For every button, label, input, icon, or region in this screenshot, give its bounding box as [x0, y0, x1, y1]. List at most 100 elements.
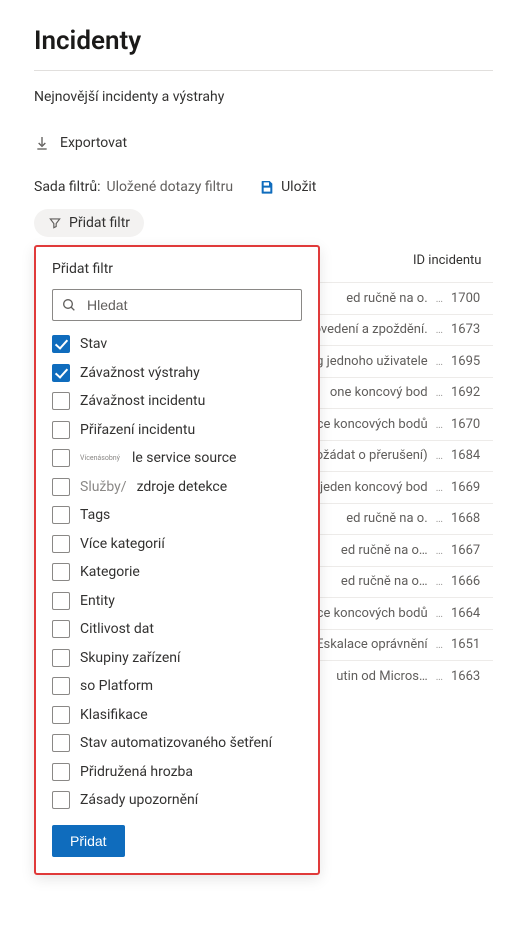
checkbox[interactable] — [52, 392, 70, 410]
ellipsis-icon: … — [436, 386, 443, 399]
row-name-tail: ed ručně na o… — [341, 543, 428, 558]
row-name-tail: Eskalace oprávnění — [316, 637, 428, 652]
filter-option[interactable]: Entity — [52, 592, 302, 610]
page-title: Incidenty — [34, 26, 493, 56]
filter-option[interactable]: Přidružená hrozba — [52, 763, 302, 781]
checkbox[interactable] — [52, 791, 70, 809]
checkbox[interactable] — [52, 421, 70, 439]
row-id: 1669 — [451, 480, 493, 495]
filter-option-prefix: Vícenásobný — [80, 454, 120, 462]
save-label: Uložit — [281, 179, 316, 195]
ellipsis-icon: … — [436, 355, 443, 368]
filter-option-label: Entity — [80, 593, 115, 609]
filter-option-label: so Platform — [80, 678, 153, 694]
row-name-tail: ed ručně na o. — [346, 291, 427, 306]
row-id: 1673 — [451, 322, 493, 337]
checkbox[interactable] — [52, 506, 70, 524]
checkbox[interactable] — [52, 535, 70, 553]
filter-search-input[interactable] — [85, 296, 293, 314]
ellipsis-icon: … — [436, 575, 443, 588]
ellipsis-icon: … — [436, 544, 443, 557]
ellipsis-icon: … — [436, 323, 443, 336]
row-name-tail: on jeden koncový bod — [302, 480, 427, 495]
ellipsis-icon: … — [436, 481, 443, 494]
checkbox[interactable] — [52, 649, 70, 667]
row-name-tail: Provedení a zpoždění. — [301, 322, 428, 337]
filter-option[interactable]: Klasifikace — [52, 706, 302, 724]
filter-option-label: Kategorie — [80, 564, 140, 580]
filter-option-label: Závažnost incidentu — [80, 393, 205, 409]
filter-option[interactable]: Stav — [52, 335, 302, 353]
ellipsis-icon: … — [436, 449, 443, 462]
checkbox-checked[interactable] — [52, 335, 70, 353]
row-id: 1684 — [451, 448, 493, 463]
filter-option[interactable]: Vícenásobný le service source — [52, 449, 302, 467]
column-header-id[interactable]: ID incidentu — [413, 253, 493, 268]
page-subtitle: Nejnovější incidenty a výstrahy — [34, 89, 493, 105]
row-id: 1666 — [451, 574, 493, 589]
filter-option-label: le service source — [132, 450, 237, 466]
checkbox[interactable] — [52, 620, 70, 638]
filter-option-label: Stav automatizovaného šetření — [80, 735, 272, 751]
filter-option-label: Klasifikace — [80, 707, 148, 723]
filter-option-label: Více kategorií — [80, 536, 165, 552]
ellipsis-icon: … — [436, 607, 443, 620]
filter-option-label: Závažnost výstrahy — [80, 365, 200, 381]
checkbox[interactable] — [52, 677, 70, 695]
filter-option-label: Citlivost dat — [80, 621, 154, 637]
row-id: 1670 — [451, 417, 493, 432]
add-filter-button[interactable]: Přidat filtr — [34, 209, 144, 237]
filter-option-label: Přidružená hrozba — [80, 764, 193, 780]
filterset-value[interactable]: Uložené dotazy filtru — [107, 179, 234, 195]
checkbox[interactable] — [52, 449, 70, 467]
filter-option[interactable]: Citlivost dat — [52, 620, 302, 638]
filter-option[interactable]: Kategorie — [52, 563, 302, 581]
ellipsis-icon: … — [436, 670, 443, 683]
filter-option[interactable]: Závažnost výstrahy — [52, 364, 302, 382]
filter-add-confirm-button[interactable]: Přidat — [52, 825, 125, 857]
checkbox[interactable] — [52, 563, 70, 581]
ellipsis-icon: … — [436, 512, 443, 525]
filter-option[interactable]: Stav automatizovaného šetření — [52, 734, 302, 752]
filter-icon — [48, 216, 62, 230]
export-label: Exportovat — [60, 135, 127, 151]
filter-option[interactable]: Skupiny zařízení — [52, 649, 302, 667]
export-button[interactable]: Exportovat — [34, 135, 493, 151]
row-id: 1692 — [451, 385, 493, 400]
checkbox[interactable] — [52, 592, 70, 610]
filter-option[interactable]: Přiřazení incidentu — [52, 421, 302, 439]
filter-option-prefix: Služby/ — [80, 479, 127, 495]
ellipsis-icon: … — [436, 418, 443, 431]
filter-option-label: zdroje detekce — [137, 479, 228, 495]
filter-option-label: Přiřazení incidentu — [80, 422, 195, 438]
checkbox[interactable] — [52, 763, 70, 781]
filter-search[interactable] — [52, 289, 302, 321]
filter-option[interactable]: so Platform — [52, 677, 302, 695]
checkbox-checked[interactable] — [52, 364, 70, 382]
filter-option[interactable]: Tags — [52, 506, 302, 524]
ellipsis-icon: … — [436, 292, 443, 305]
filter-option[interactable]: Více kategorií — [52, 535, 302, 553]
checkbox[interactable] — [52, 478, 70, 496]
filter-option[interactable]: Závažnost incidentu — [52, 392, 302, 410]
row-id: 1668 — [451, 511, 493, 526]
row-name-tail: one koncový bod — [330, 385, 428, 400]
checkbox[interactable] — [52, 734, 70, 752]
row-id: 1663 — [451, 669, 493, 684]
filter-option-label: Skupiny zařízení — [80, 650, 180, 666]
filter-option[interactable]: Služby/ zdroje detekce — [52, 478, 302, 496]
divider — [34, 70, 493, 71]
filter-panel: Přidat filtr Stav Závažnost výstrahy Závaž… — [34, 245, 320, 875]
save-filter-button[interactable]: Uložit — [259, 179, 316, 195]
filter-option-label: Stav — [80, 336, 107, 352]
filter-option[interactable]: Zásady upozornění — [52, 791, 302, 809]
ellipsis-icon: … — [436, 638, 443, 651]
save-icon — [259, 179, 275, 195]
filterset-label: Sada filtrů: — [34, 179, 101, 195]
row-id: 1667 — [451, 543, 493, 558]
row-id: 1695 — [451, 354, 493, 369]
filter-option-label: Tags — [80, 507, 110, 523]
row-name-tail: utin od Micros… — [336, 669, 427, 684]
checkbox[interactable] — [52, 706, 70, 724]
filter-panel-title: Přidat filtr — [52, 261, 302, 277]
